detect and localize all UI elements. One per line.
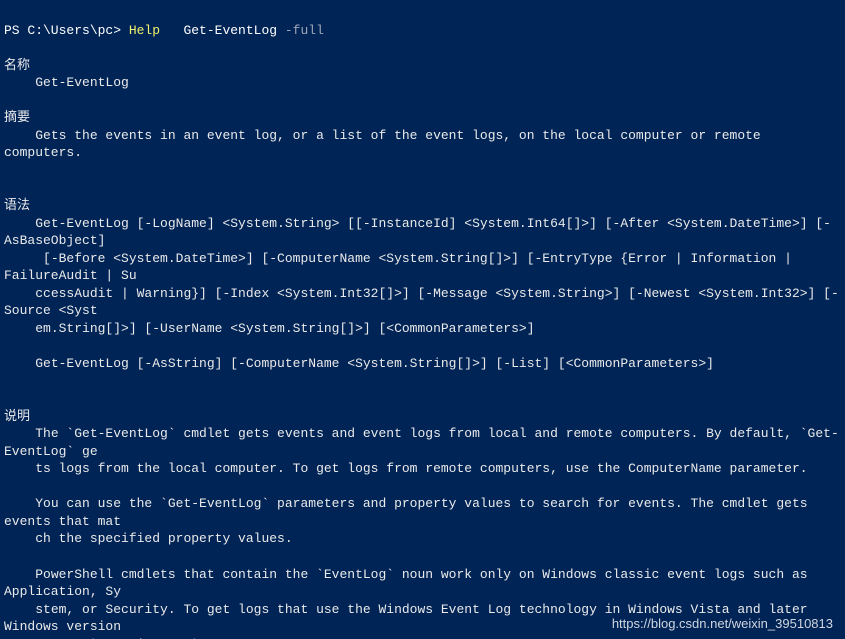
section-description-header: 说明 <box>4 409 30 424</box>
desc-line-2: ts logs from the local computer. To get … <box>4 461 808 476</box>
syntax-line-1: Get-EventLog [-LogName] <System.String> … <box>4 216 831 249</box>
desc-line-1: The `Get-EventLog` cmdlet gets events an… <box>4 426 839 459</box>
section-name-value: Get-EventLog <box>4 75 129 90</box>
desc-line-4: ch the specified property values. <box>4 531 293 546</box>
command-flag: -full <box>285 23 324 38</box>
section-synopsis-header: 摘要 <box>4 110 30 125</box>
command-name: Help <box>129 23 160 38</box>
syntax-line-4: em.String[]>] [-UserName <System.String[… <box>4 321 535 336</box>
command-args: Get-EventLog <box>160 23 285 38</box>
syntax-line-5: Get-EventLog [-AsString] [-ComputerName … <box>4 356 714 371</box>
desc-line-5: PowerShell cmdlets that contain the `Eve… <box>4 567 815 600</box>
section-synopsis-value: Gets the events in an event log, or a li… <box>4 128 769 161</box>
syntax-line-3: ccessAudit | Warning}] [-Index <System.I… <box>4 286 839 319</box>
desc-line-3: You can use the `Get-EventLog` parameter… <box>4 496 815 529</box>
section-name-header: 名称 <box>4 58 30 73</box>
section-syntax-header: 语法 <box>4 198 30 213</box>
prompt-prefix: PS C:\Users\pc> <box>4 23 129 38</box>
source-watermark: https://blog.csdn.net/weixin_39510813 <box>612 615 833 633</box>
powershell-terminal[interactable]: PS C:\Users\pc> Help Get-EventLog -full … <box>0 0 845 639</box>
syntax-line-2: [-Before <System.DateTime>] [-ComputerNa… <box>4 251 800 284</box>
